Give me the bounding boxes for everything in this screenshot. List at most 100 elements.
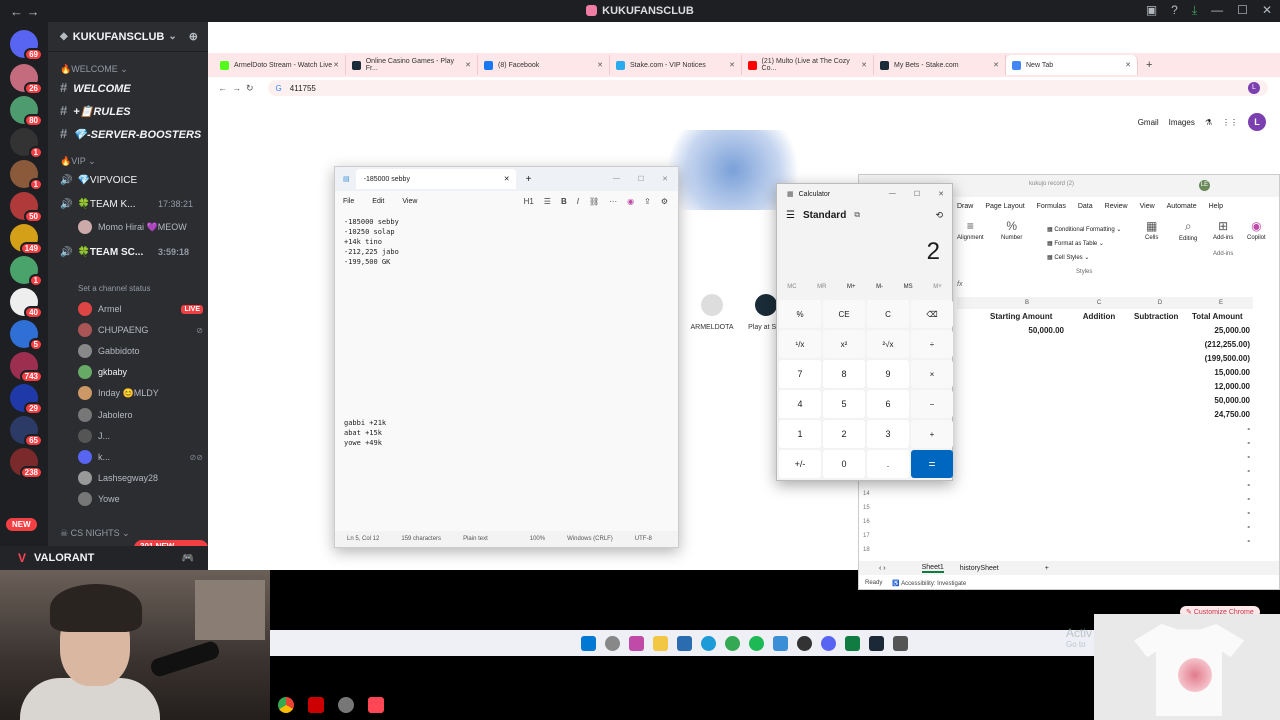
store-icon[interactable]	[676, 635, 692, 651]
sheet-tab[interactable]: Sheet1	[921, 564, 944, 573]
close-icon[interactable]: ✕	[662, 175, 668, 183]
row-number[interactable]: 16	[863, 515, 870, 529]
memory-recall-button[interactable]: MR	[817, 284, 826, 290]
voice-user[interactable]: gkbaby	[78, 365, 203, 379]
set-channel-status[interactable]: Set a channel status	[78, 284, 151, 293]
cell-styles-button[interactable]: ▦ Cell Styles ⌄	[1047, 251, 1121, 265]
shortcut-tile[interactable]: ARMELDOTA	[690, 294, 734, 331]
copilot-icon[interactable]: ◉	[627, 197, 634, 206]
row-number[interactable]: 14	[863, 487, 870, 501]
row-number[interactable]: 15	[863, 501, 870, 515]
add-button[interactable]: +	[911, 420, 953, 448]
app-icon[interactable]	[308, 697, 324, 713]
clear-button[interactable]: C	[867, 300, 909, 328]
voice-user[interactable]: Inday 😊 MLDY	[78, 386, 203, 400]
minimize-icon[interactable]: —	[613, 175, 620, 183]
server-header[interactable]: ◆ KUKUFANSCLUB ⌄ ⊕	[48, 22, 208, 52]
browser-tab[interactable]: My Bets - Stake.com ✕	[874, 55, 1006, 75]
address-bar[interactable]: G 411755	[267, 80, 1268, 96]
text-format[interactable]: Plain text	[463, 536, 488, 542]
row-number[interactable]: 17	[863, 529, 870, 543]
equals-button[interactable]: =	[911, 450, 953, 478]
square-button[interactable]: x²	[823, 330, 865, 358]
app-icon[interactable]	[338, 697, 354, 713]
chrome-icon[interactable]	[278, 697, 294, 713]
channel-boosters[interactable]: # 💎-SERVER-BOOSTERS	[60, 126, 201, 141]
category-welcome[interactable]: 🔥WELCOME ⌄	[60, 64, 128, 75]
minimize-icon[interactable]: —	[1211, 3, 1223, 18]
close-tab-icon[interactable]: ✕	[861, 61, 867, 69]
divide-button[interactable]: ÷	[911, 330, 953, 358]
italic-icon[interactable]: I	[577, 197, 579, 206]
browser-tab-active[interactable]: New Tab ✕	[1006, 55, 1138, 75]
formula-bar[interactable]: fx	[957, 281, 962, 288]
server-icon[interactable]: 238	[10, 448, 43, 479]
digit-3-button[interactable]: 3	[867, 420, 909, 448]
new-pill[interactable]: NEW	[6, 518, 37, 531]
edge-icon[interactable]	[700, 635, 716, 651]
start-icon[interactable]	[580, 635, 596, 651]
cell[interactable]: 12,000.00	[1189, 379, 1253, 393]
voice-user[interactable]: Gabbidoto	[78, 344, 203, 358]
sqrt-button[interactable]: ²√x	[867, 330, 909, 358]
bold-icon[interactable]: B	[561, 197, 567, 206]
menu-edit[interactable]: Edit	[372, 198, 384, 205]
copilot-button[interactable]: ◉ Copilot	[1247, 219, 1266, 241]
percent-button[interactable]: %	[779, 300, 821, 328]
clear-entry-button[interactable]: CE	[823, 300, 865, 328]
ribbon-tab[interactable]: Automate	[1167, 203, 1197, 210]
copilot-icon[interactable]	[628, 635, 644, 651]
inbox-icon[interactable]: ▣	[1146, 3, 1157, 18]
memory-store-button[interactable]: MS	[904, 284, 913, 290]
voice-user[interactable]: J...	[78, 429, 203, 443]
spotify-icon[interactable]	[748, 635, 764, 651]
header-cell[interactable]: Subtraction	[1131, 309, 1189, 323]
excel-icon[interactable]	[844, 635, 860, 651]
cell[interactable]: -	[1189, 477, 1253, 491]
column-header[interactable]: B	[987, 297, 1067, 309]
browser-tab[interactable]: Stake.com - VIP Notices ✕	[610, 55, 742, 75]
voice-user[interactable]: Lashsegway28	[78, 471, 203, 485]
more-icon[interactable]: ···	[609, 197, 617, 206]
cell[interactable]: -	[1189, 435, 1253, 449]
maximize-icon[interactable]: ☐	[1237, 3, 1248, 18]
history-icon[interactable]: ⟲	[935, 210, 943, 221]
gmail-link[interactable]: Gmail	[1138, 118, 1159, 127]
column-header[interactable]: D	[1131, 297, 1189, 309]
profile-avatar[interactable]: L	[1248, 82, 1260, 94]
memory-subtract-button[interactable]: M-	[876, 284, 883, 290]
hamburger-menu-icon[interactable]: ☰	[786, 210, 795, 221]
voice-user[interactable]: Yowe	[78, 492, 203, 506]
multiply-button[interactable]: ×	[911, 360, 953, 388]
server-icon[interactable]: 65	[10, 416, 43, 447]
row-number[interactable]: 18	[863, 543, 870, 557]
voice-user[interactable]: CHUPAENG ⊘	[78, 323, 203, 337]
browser-tab[interactable]: ArmelDoto Stream - Watch Live ✕	[214, 55, 346, 75]
negate-button[interactable]: +/-	[779, 450, 821, 478]
server-icon[interactable]: 29	[10, 384, 43, 415]
calculator-icon[interactable]	[892, 635, 908, 651]
ribbon-tab[interactable]: Draw	[957, 203, 973, 210]
cell[interactable]: -	[1189, 421, 1253, 435]
channel-welcome[interactable]: # WELCOME	[60, 80, 131, 95]
help-icon[interactable]: ?	[1171, 3, 1178, 18]
encoding[interactable]: UTF-8	[635, 536, 652, 542]
cell[interactable]: -	[1189, 449, 1253, 463]
home-button[interactable]: 69	[10, 30, 43, 61]
folder-icon[interactable]	[652, 635, 668, 651]
link-icon[interactable]: ⛓	[589, 197, 599, 206]
cell[interactable]: -	[1189, 491, 1253, 505]
cell[interactable]: 15,000.00	[1189, 365, 1253, 379]
browser-tab[interactable]: Online Casino Games - Play Fr... ✕	[346, 55, 478, 75]
spreadsheet-grid[interactable]: B C D E Starting Amount Addition Subtrac…	[957, 297, 1279, 547]
notepad-tab[interactable]: -185000 sebby ✕	[355, 169, 516, 189]
maximize-icon[interactable]: ☐	[914, 190, 920, 198]
voice-user[interactable]: Momo Hirai 💜 MEOW	[78, 220, 203, 234]
share-icon[interactable]: ⇪	[644, 197, 651, 206]
decimal-button[interactable]: .	[867, 450, 909, 478]
ribbon-tab[interactable]: Page Layout	[985, 203, 1024, 210]
server-icon[interactable]: 1	[10, 160, 43, 191]
digit-4-button[interactable]: 4	[779, 390, 821, 418]
editing-button[interactable]: ⌕ Editing	[1179, 219, 1197, 242]
zoom-level[interactable]: 100%	[530, 536, 545, 542]
